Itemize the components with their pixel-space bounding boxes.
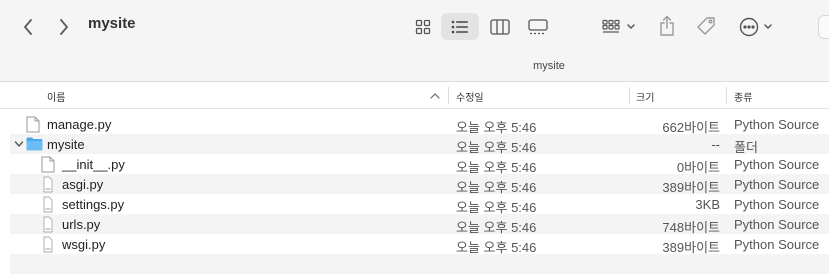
grid-view-icon[interactable] <box>410 16 436 38</box>
file-kind: Python Source <box>734 117 820 132</box>
file-name: manage.py <box>47 117 112 132</box>
document-icon <box>41 156 55 173</box>
search-field[interactable] <box>818 15 829 39</box>
file-kind: Python Source <box>734 237 820 252</box>
file-name: mysite <box>47 137 85 152</box>
file-row[interactable]: wsgi.py 오늘 오후 5:46 389바이트 Python Source <box>10 234 829 255</box>
file-name: urls.py <box>62 217 101 232</box>
file-kind: Python Source <box>734 197 820 212</box>
share-icon[interactable] <box>656 13 678 39</box>
file-size: 3KB <box>695 197 720 212</box>
python-file-icon <box>43 176 53 193</box>
list-view-icon[interactable] <box>447 16 473 38</box>
file-kind: Python Source <box>734 177 820 192</box>
more-actions-icon[interactable] <box>737 15 777 39</box>
window-title: mysite <box>88 15 136 32</box>
file-row[interactable]: asgi.py 오늘 오후 5:46 389바이트 Python Source <box>10 174 829 195</box>
sort-ascending-icon[interactable] <box>430 92 440 100</box>
file-name: wsgi.py <box>62 237 106 252</box>
column-name-header[interactable]: 이름 <box>47 89 65 104</box>
tag-icon[interactable] <box>694 14 718 38</box>
empty-row <box>10 254 829 274</box>
python-file-icon <box>43 216 53 233</box>
column-divider[interactable] <box>448 87 449 104</box>
file-name: asgi.py <box>62 177 104 192</box>
path-label: mysite <box>533 60 565 72</box>
file-name: __init__.py <box>62 157 125 172</box>
python-file-icon <box>43 236 53 253</box>
column-header: 이름 수정일 크기 종류 <box>0 83 829 109</box>
file-row[interactable]: __init__.py 오늘 오후 5:46 0바이트 Python Sourc… <box>10 154 829 175</box>
file-row[interactable]: settings.py 오늘 오후 5:46 3KB Python Source <box>10 194 829 215</box>
file-kind: Python Source <box>734 157 820 172</box>
python-file-icon <box>43 196 53 213</box>
column-divider[interactable] <box>726 87 727 104</box>
column-modified-header[interactable]: 수정일 <box>456 89 484 104</box>
column-divider[interactable] <box>629 87 630 104</box>
file-row[interactable]: urls.py 오늘 오후 5:46 748바이트 Python Source <box>10 214 829 235</box>
gallery-view-icon[interactable] <box>525 16 551 38</box>
disclosure-expanded-icon[interactable] <box>14 139 24 149</box>
file-row[interactable]: manage.py 오늘 오후 5:46 662바이트 Python Sourc… <box>10 114 829 135</box>
folder-row[interactable]: mysite 오늘 오후 5:46 -- 폴더 <box>10 134 829 155</box>
file-size: -- <box>711 137 720 152</box>
chevron-right-icon[interactable] <box>54 16 74 38</box>
columns-view-icon[interactable] <box>487 16 513 38</box>
file-name: settings.py <box>62 197 125 212</box>
document-icon <box>26 116 40 133</box>
file-kind: Python Source <box>734 217 820 232</box>
toolbar: mysite <box>0 0 829 52</box>
group-by-icon[interactable] <box>600 16 640 38</box>
column-size-header[interactable]: 크기 <box>636 89 654 104</box>
folder-icon <box>26 137 43 151</box>
chevron-left-icon[interactable] <box>18 16 38 38</box>
column-kind-header[interactable]: 종류 <box>734 89 752 104</box>
